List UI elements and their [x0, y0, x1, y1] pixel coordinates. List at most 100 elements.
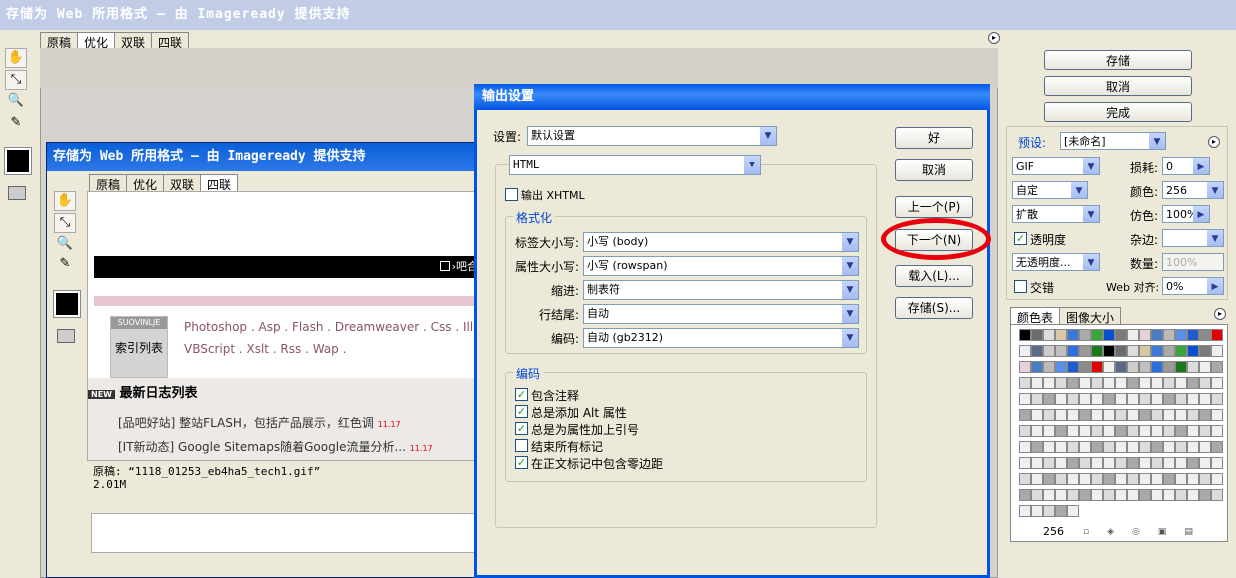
interlace-checkbox[interactable]: ✓ — [1014, 280, 1027, 293]
encode-checkbox[interactable]: ✓ — [515, 439, 528, 452]
color-swatch[interactable] — [1019, 361, 1031, 373]
color-swatch[interactable] — [1067, 473, 1079, 485]
color-swatch[interactable] — [1211, 409, 1223, 421]
color-swatch[interactable] — [1103, 329, 1115, 341]
color-swatch[interactable] — [1163, 377, 1175, 389]
color-swatch[interactable] — [1031, 505, 1043, 517]
color-swatch[interactable] — [1175, 441, 1187, 453]
colors-field[interactable]: 256 ▼ — [1162, 181, 1224, 199]
color-swatch[interactable] — [1043, 329, 1055, 341]
color-swatch[interactable] — [1031, 377, 1043, 389]
color-swatch[interactable] — [1043, 457, 1055, 469]
color-swatch[interactable] — [1175, 361, 1187, 373]
color-swatch[interactable] — [1127, 377, 1139, 389]
color-swatch[interactable] — [1163, 425, 1175, 437]
color-swatch[interactable] — [1055, 489, 1067, 501]
color-swatch[interactable] — [1043, 393, 1055, 405]
color-swatch[interactable] — [1211, 329, 1223, 341]
color-swatch[interactable] — [1115, 473, 1127, 485]
color-swatch[interactable] — [1067, 329, 1079, 341]
settings-select[interactable]: 默认设置 ▼ — [527, 126, 777, 146]
color-swatch[interactable] — [1079, 409, 1091, 421]
color-swatch[interactable] — [1115, 361, 1127, 373]
color-swatch[interactable] — [1127, 457, 1139, 469]
color-swatch[interactable] — [1163, 345, 1175, 357]
color-swatch[interactable] — [1163, 329, 1175, 341]
color-swatch[interactable] — [1211, 393, 1223, 405]
color-swatch[interactable] — [1091, 409, 1103, 421]
color-swatch[interactable] — [1139, 361, 1151, 373]
color-swatch[interactable] — [1079, 457, 1091, 469]
color-swatch[interactable] — [1115, 489, 1127, 501]
color-swatch[interactable] — [1031, 345, 1043, 357]
color-swatch[interactable] — [1199, 393, 1211, 405]
color-swatch[interactable] — [1043, 505, 1055, 517]
color-swatch[interactable] — [1103, 473, 1115, 485]
color-swatch[interactable] — [1115, 393, 1127, 405]
color-swatch[interactable] — [1139, 457, 1151, 469]
color-swatch[interactable] — [1067, 489, 1079, 501]
color-swatch[interactable] — [1079, 393, 1091, 405]
color-swatch[interactable] — [1055, 329, 1067, 341]
color-swatch[interactable] — [1067, 457, 1079, 469]
color-swatch[interactable] — [1103, 489, 1115, 501]
color-swatch[interactable] — [1031, 329, 1043, 341]
color-swatch[interactable] — [1139, 473, 1151, 485]
color-swatch[interactable] — [1187, 409, 1199, 421]
color-swatch[interactable] — [1031, 457, 1043, 469]
color-swatch[interactable] — [1127, 441, 1139, 453]
eyedropper-icon[interactable]: ✎ — [5, 114, 27, 134]
color-swatch[interactable] — [1211, 425, 1223, 437]
inner-eyedropper-icon[interactable]: ✎ — [54, 255, 76, 275]
color-swatch[interactable] — [1055, 393, 1067, 405]
color-swatch[interactable] — [1103, 393, 1115, 405]
color-swatch[interactable] — [1151, 473, 1163, 485]
color-swatch[interactable] — [1091, 425, 1103, 437]
color-swatch[interactable] — [1103, 425, 1115, 437]
color-swatch[interactable] — [1103, 377, 1115, 389]
color-swatch[interactable] — [1151, 489, 1163, 501]
color-swatch[interactable] — [1187, 377, 1199, 389]
color-swatch[interactable] — [1067, 393, 1079, 405]
color-swatch[interactable] — [1091, 489, 1103, 501]
color-swatch[interactable] — [1187, 457, 1199, 469]
color-swatch[interactable] — [1199, 489, 1211, 501]
color-swatch[interactable] — [1079, 489, 1091, 501]
panel-menu-icon[interactable]: ▸ — [988, 32, 1000, 44]
encode-checkbox[interactable]: ✓ — [515, 456, 528, 469]
color-swatch[interactable] — [1151, 409, 1163, 421]
color-swatch[interactable] — [4, 147, 32, 175]
color-swatch[interactable] — [1127, 489, 1139, 501]
color-swatch[interactable] — [1055, 441, 1067, 453]
color-swatch[interactable] — [1103, 441, 1115, 453]
color-swatch[interactable] — [1187, 393, 1199, 405]
preset-select[interactable]: [未命名] ▼ — [1060, 132, 1166, 150]
color-swatch[interactable] — [1019, 473, 1031, 485]
format-row-select[interactable]: 自动 (gb2312) ▼ — [583, 328, 859, 348]
color-swatch[interactable] — [1127, 345, 1139, 357]
color-swatch[interactable] — [1079, 361, 1091, 373]
color-swatch[interactable] — [1211, 345, 1223, 357]
color-swatch[interactable] — [1175, 377, 1187, 389]
color-swatch[interactable] — [1199, 409, 1211, 421]
color-swatch[interactable] — [1175, 409, 1187, 421]
color-swatch[interactable] — [1043, 489, 1055, 501]
color-swatch[interactable] — [1139, 425, 1151, 437]
color-swatch[interactable] — [1019, 489, 1031, 501]
palette-select[interactable]: 自定 ▼ — [1012, 181, 1088, 199]
color-swatch[interactable] — [1079, 329, 1091, 341]
color-swatch[interactable] — [1199, 457, 1211, 469]
color-swatch[interactable] — [1019, 505, 1031, 517]
color-swatch[interactable] — [1175, 345, 1187, 357]
list-item[interactable]: [品吧好站] 整站FLASH，包括产品展示，红色调 11.17 — [118, 414, 401, 431]
color-swatch[interactable] — [1043, 377, 1055, 389]
color-swatch[interactable] — [1019, 441, 1031, 453]
load-button[interactable]: 载入(L)... — [895, 265, 973, 287]
color-swatch[interactable] — [1043, 361, 1055, 373]
color-swatch[interactable] — [1019, 345, 1031, 357]
color-swatch[interactable] — [1115, 441, 1127, 453]
color-swatch[interactable] — [1175, 393, 1187, 405]
color-swatch[interactable] — [1091, 457, 1103, 469]
color-swatch[interactable] — [1115, 409, 1127, 421]
color-swatch[interactable] — [1079, 425, 1091, 437]
